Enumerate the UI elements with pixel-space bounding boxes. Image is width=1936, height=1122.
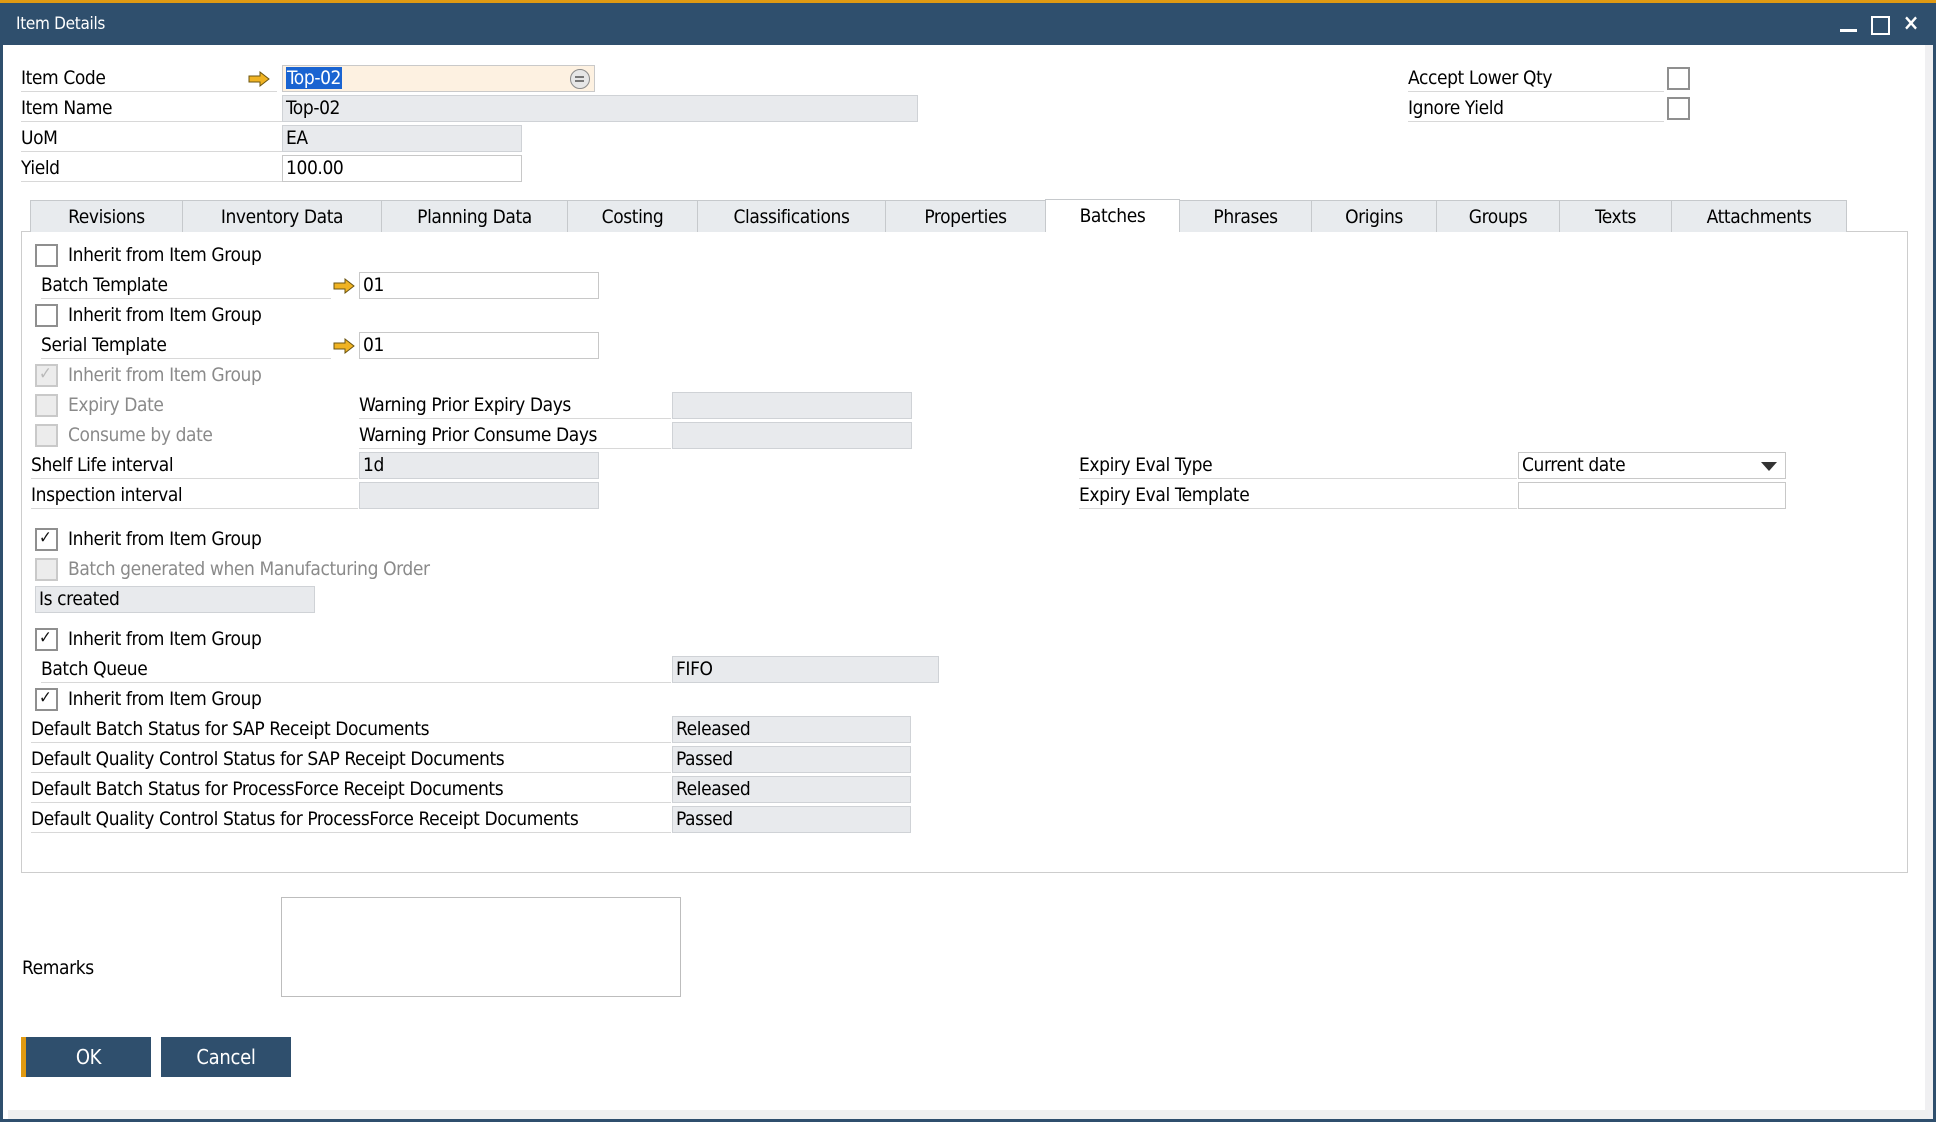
batch-generated-label: Batch generated when Manufacturing Order <box>68 558 430 580</box>
tab-origins[interactable]: Origins <box>1311 200 1437 232</box>
window-title: Item Details <box>16 14 106 34</box>
warning-expiry-days-field[interactable] <box>672 392 912 419</box>
ok-button[interactable]: OK <box>21 1037 151 1077</box>
title-bar[interactable]: Item Details × <box>0 3 1936 45</box>
link-arrow-icon[interactable] <box>248 71 270 87</box>
lookup-list-icon[interactable] <box>570 69 590 89</box>
tab-costing[interactable]: Costing <box>567 200 698 232</box>
accept-lower-qty-label: Accept Lower Qty <box>1408 65 1664 92</box>
consume-by-date-checkbox[interactable] <box>35 424 58 447</box>
item-name-label: Item Name <box>21 95 282 122</box>
mfg-inherit-checkbox[interactable]: ✓ <box>35 528 58 551</box>
right-scroll-strip <box>1925 45 1933 1119</box>
link-arrow-icon[interactable] <box>333 338 355 354</box>
warning-consume-days-field[interactable] <box>672 422 912 449</box>
status-field[interactable]: Released <box>672 716 911 743</box>
uom-field[interactable]: EA <box>282 125 522 152</box>
tab-phrases[interactable]: Phrases <box>1179 200 1312 232</box>
expiry-inherit-label: Inherit from Item Group <box>68 364 262 386</box>
batch-template-input[interactable]: 01 <box>359 272 599 299</box>
warning-expiry-days-label: Warning Prior Expiry Days <box>359 392 671 419</box>
maximize-icon[interactable] <box>1866 11 1892 37</box>
dropdown-arrow-icon[interactable] <box>1761 462 1777 471</box>
batch-queue-field[interactable]: FIFO <box>672 656 939 683</box>
mfg-inherit-label: Inherit from Item Group <box>68 528 262 550</box>
tab-inventory-data[interactable]: Inventory Data <box>182 200 382 232</box>
inspection-interval-label: Inspection interval <box>31 482 358 509</box>
remarks-label: Remarks <box>22 957 94 979</box>
bottom-strip <box>8 1110 1928 1119</box>
check-icon: ✓ <box>39 528 52 548</box>
tab-groups[interactable]: Groups <box>1436 200 1560 232</box>
status-label: Default Quality Control Status for SAP R… <box>31 746 671 773</box>
ignore-yield-label: Ignore Yield <box>1408 95 1664 122</box>
link-arrow-icon[interactable] <box>333 278 355 294</box>
consume-by-date-label: Consume by date <box>68 424 213 446</box>
inspection-interval-field[interactable] <box>359 482 599 509</box>
check-icon: ✓ <box>39 364 52 384</box>
shelf-life-label: Shelf Life interval <box>31 452 358 479</box>
batch-template-label: Batch Template <box>41 272 331 299</box>
status-field[interactable]: Released <box>672 776 911 803</box>
tab-classifications[interactable]: Classifications <box>697 200 886 232</box>
item-name-field[interactable]: Top-02 <box>282 95 918 122</box>
tab-batches[interactable]: Batches <box>1045 199 1180 232</box>
tab-revisions[interactable]: Revisions <box>30 200 183 232</box>
minimize-icon[interactable] <box>1836 11 1862 37</box>
cancel-button[interactable]: Cancel <box>161 1037 291 1077</box>
expiry-eval-type-value: Current date <box>1522 454 1626 476</box>
ignore-yield-checkbox[interactable] <box>1667 97 1690 120</box>
status-label: Default Quality Control Status for Proce… <box>31 806 671 833</box>
status-field[interactable]: Passed <box>672 746 911 773</box>
tab-texts[interactable]: Texts <box>1559 200 1672 232</box>
expiry-inherit-checkbox[interactable]: ✓ <box>35 364 58 387</box>
status-inherit-checkbox[interactable]: ✓ <box>35 688 58 711</box>
check-icon: ✓ <box>39 688 52 708</box>
uom-label: UoM <box>21 125 282 152</box>
queue-inherit-label: Inherit from Item Group <box>68 628 262 650</box>
expiry-eval-template-input[interactable] <box>1518 482 1786 509</box>
serial-template-label: Serial Template <box>41 332 331 359</box>
serial-inherit-label: Inherit from Item Group <box>68 304 262 326</box>
accept-lower-qty-checkbox[interactable] <box>1667 67 1690 90</box>
expiry-date-checkbox[interactable] <box>35 394 58 417</box>
status-label: Default Batch Status for SAP Receipt Doc… <box>31 716 671 743</box>
status-label: Default Batch Status for ProcessForce Re… <box>31 776 671 803</box>
status-inherit-label: Inherit from Item Group <box>68 688 262 710</box>
yield-input[interactable]: 100.00 <box>282 155 522 182</box>
batch-generated-checkbox[interactable] <box>35 558 58 581</box>
batch-generated-when-field[interactable]: Is created <box>35 586 315 613</box>
tab-planning-data[interactable]: Planning Data <box>381 200 568 232</box>
yield-label: Yield <box>21 155 282 182</box>
expiry-eval-type-label: Expiry Eval Type <box>1079 452 1517 479</box>
item-code-value: Top-02 <box>286 67 343 89</box>
batch-inherit-label: Inherit from Item Group <box>68 244 262 266</box>
tab-properties[interactable]: Properties <box>885 200 1046 232</box>
expiry-eval-type-select[interactable]: Current date <box>1518 452 1786 479</box>
batch-queue-label: Batch Queue <box>41 656 671 683</box>
item-code-label: Item Code <box>21 65 277 92</box>
shelf-life-field[interactable]: 1d <box>359 452 599 479</box>
status-field[interactable]: Passed <box>672 806 911 833</box>
remarks-textarea[interactable] <box>281 897 681 997</box>
check-icon: ✓ <box>39 628 52 648</box>
batch-inherit-checkbox[interactable] <box>35 244 58 267</box>
queue-inherit-checkbox[interactable]: ✓ <box>35 628 58 651</box>
item-details-window: Item Details × Item Code Top-02 Item Nam… <box>0 0 1936 1122</box>
serial-template-input[interactable]: 01 <box>359 332 599 359</box>
tab-attachments[interactable]: Attachments <box>1671 200 1847 232</box>
close-icon[interactable]: × <box>1898 11 1924 37</box>
expiry-date-label: Expiry Date <box>68 394 164 416</box>
warning-consume-days-label: Warning Prior Consume Days <box>359 422 671 449</box>
serial-inherit-checkbox[interactable] <box>35 304 58 327</box>
item-code-input[interactable]: Top-02 <box>282 65 595 92</box>
expiry-eval-template-label: Expiry Eval Template <box>1079 482 1517 509</box>
